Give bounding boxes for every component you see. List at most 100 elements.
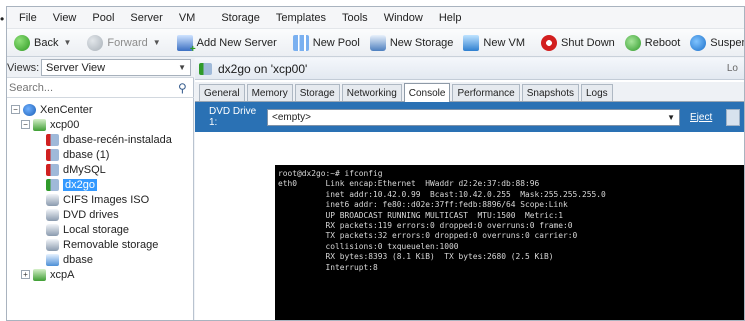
views-row: Views: Server View ▼ xyxy=(7,58,194,78)
tree-label: Removable storage xyxy=(63,238,159,251)
tab-general[interactable]: General xyxy=(199,84,245,101)
tree-label: dbase-recén-instalada xyxy=(63,133,172,146)
tree-item-vm-selected[interactable]: dx2go xyxy=(7,177,194,192)
tab-performance[interactable]: Performance xyxy=(452,84,520,101)
add-new-server-button[interactable]: Add New Server xyxy=(172,31,282,55)
tree-label: dMySQL xyxy=(63,163,106,176)
dvd-drive-dropdown[interactable]: <empty> ▼ xyxy=(267,108,680,126)
back-label: Back xyxy=(34,36,59,49)
tab-snapshots[interactable]: Snapshots xyxy=(521,84,579,101)
chevron-down-icon[interactable]: ▼ xyxy=(153,38,161,47)
dvd-drive-bar: DVD Drive 1: <empty> ▼ Eject xyxy=(195,102,744,132)
vm-running-icon xyxy=(199,62,212,75)
chevron-down-icon: ▼ xyxy=(178,63,186,72)
template-icon xyxy=(46,253,59,266)
menu-tools[interactable]: Tools xyxy=(334,12,376,24)
dvd-drive-label: DVD Drive 1: xyxy=(209,106,257,128)
tree-item-storage[interactable]: Removable storage xyxy=(7,237,194,252)
tree-label: xcpA xyxy=(50,268,75,281)
terminal-line: eth0 Link encap:Ethernet HWaddr d2:2e:37… xyxy=(278,179,540,189)
xencenter-icon xyxy=(23,103,36,116)
pool-icon xyxy=(292,34,309,51)
terminal-line: TX packets:32 errors:0 dropped:0 overrun… xyxy=(278,231,578,241)
server-icon xyxy=(33,118,46,131)
forward-label: Forward xyxy=(107,36,148,49)
reboot-icon xyxy=(624,34,641,51)
collapse-icon[interactable]: − xyxy=(11,105,20,114)
menu-view[interactable]: View xyxy=(45,12,85,24)
vm-running-icon xyxy=(46,178,59,191)
new-pool-button[interactable]: New Pool xyxy=(288,31,365,55)
menu-templates[interactable]: Templates xyxy=(268,12,334,24)
menu-pool[interactable]: Pool xyxy=(84,12,122,24)
tab-storage[interactable]: Storage xyxy=(294,84,340,101)
tree-item-template[interactable]: dbase xyxy=(7,252,194,267)
vm-stopped-icon xyxy=(46,148,59,161)
new-vm-button[interactable]: New VM xyxy=(458,31,530,55)
chevron-down-icon: ▼ xyxy=(667,112,675,122)
tree-item-host[interactable]: + xcpA xyxy=(7,267,194,282)
toolbar: Back ▼ Forward ▼ Add New Server New Pool… xyxy=(7,29,744,57)
tree-item-host[interactable]: − xcp00 xyxy=(7,117,194,132)
menu-file[interactable]: File xyxy=(11,12,45,24)
tree-label: xcp00 xyxy=(50,118,80,131)
tree-item-vm[interactable]: dMySQL xyxy=(7,162,194,177)
tree-label: dx2go xyxy=(63,178,97,191)
vm-stopped-icon xyxy=(46,133,59,146)
storage-repository-icon xyxy=(46,238,59,251)
tree-item-xencenter[interactable]: − XenCenter xyxy=(7,102,194,117)
terminal-line: root@dx2go:~# ifconfig xyxy=(278,169,383,178)
menu-window[interactable]: Window xyxy=(376,12,431,24)
vm-icon xyxy=(463,34,480,51)
terminal-line: RX packets:119 errors:0 dropped:0 overru… xyxy=(278,221,573,231)
views-selected: Server View xyxy=(46,61,106,74)
menu-help[interactable]: Help xyxy=(431,12,470,24)
storage-repository-icon xyxy=(46,208,59,221)
menu-storage[interactable]: Storage xyxy=(213,12,268,24)
terminal-line: UP BROADCAST RUNNING MULTICAST MTU:1500 … xyxy=(278,210,564,220)
tree-item-storage[interactable]: DVD drives xyxy=(7,207,194,222)
server-icon xyxy=(33,268,46,281)
page-title: dx2go on 'xcp00' xyxy=(218,61,308,76)
menu-vm[interactable]: VM xyxy=(171,12,204,24)
tab-memory[interactable]: Memory xyxy=(246,84,293,101)
expand-icon[interactable]: + xyxy=(21,270,30,279)
tree-label: CIFS Images ISO xyxy=(63,193,150,206)
eject-link[interactable]: Eject xyxy=(690,112,712,123)
search-icon[interactable]: ⚲ xyxy=(178,81,187,95)
storage-repository-icon xyxy=(46,193,59,206)
suspend-button[interactable]: Suspend xyxy=(685,31,744,55)
storage-repository-icon xyxy=(46,223,59,236)
vm-console-terminal[interactable]: root@dx2go:~# ifconfig eth0 Link encap:E… xyxy=(275,165,744,320)
search-row: ⚲ xyxy=(7,79,194,98)
shut-down-button[interactable]: Shut Down xyxy=(536,31,620,55)
tab-logs[interactable]: Logs xyxy=(580,84,613,101)
search-input[interactable] xyxy=(7,79,177,97)
reboot-button[interactable]: Reboot xyxy=(620,31,685,55)
tree-item-vm[interactable]: dbase-recén-instalada xyxy=(7,132,194,147)
terminal-line: Interrupt:8 xyxy=(278,262,378,272)
tab-console[interactable]: Console xyxy=(403,83,451,102)
terminal-line: RX bytes:8393 (8.1 KiB) TX bytes:2680 (2… xyxy=(278,252,554,262)
menu-server[interactable]: Server xyxy=(122,12,170,24)
add-server-label: Add New Server xyxy=(196,36,277,49)
suspend-icon xyxy=(690,34,707,51)
tree-label: DVD drives xyxy=(63,208,119,221)
tree-item-storage[interactable]: Local storage xyxy=(7,222,194,237)
power-icon xyxy=(540,34,557,51)
new-storage-button[interactable]: New Storage xyxy=(365,31,459,55)
forward-button[interactable]: Forward ▼ xyxy=(82,31,165,55)
tree-label: Local storage xyxy=(63,223,130,236)
views-dropdown[interactable]: Server View ▼ xyxy=(41,59,191,76)
back-button[interactable]: Back ▼ xyxy=(9,31,76,55)
tree-item-vm[interactable]: dbase (1) xyxy=(7,147,194,162)
dvd-action-button[interactable] xyxy=(726,108,741,126)
chevron-down-icon[interactable]: ▼ xyxy=(63,38,71,47)
collapse-icon[interactable]: − xyxy=(21,120,30,129)
tab-networking[interactable]: Networking xyxy=(341,84,402,101)
storage-icon xyxy=(369,34,386,51)
terminal-line: inet6 addr: fe80::d02e:37ff:fedb:8896/64… xyxy=(278,200,568,210)
views-label: Views: xyxy=(7,61,40,74)
tree-item-storage[interactable]: CIFS Images ISO xyxy=(7,192,194,207)
terminal-line: collisions:0 txqueuelen:1000 xyxy=(278,241,459,251)
